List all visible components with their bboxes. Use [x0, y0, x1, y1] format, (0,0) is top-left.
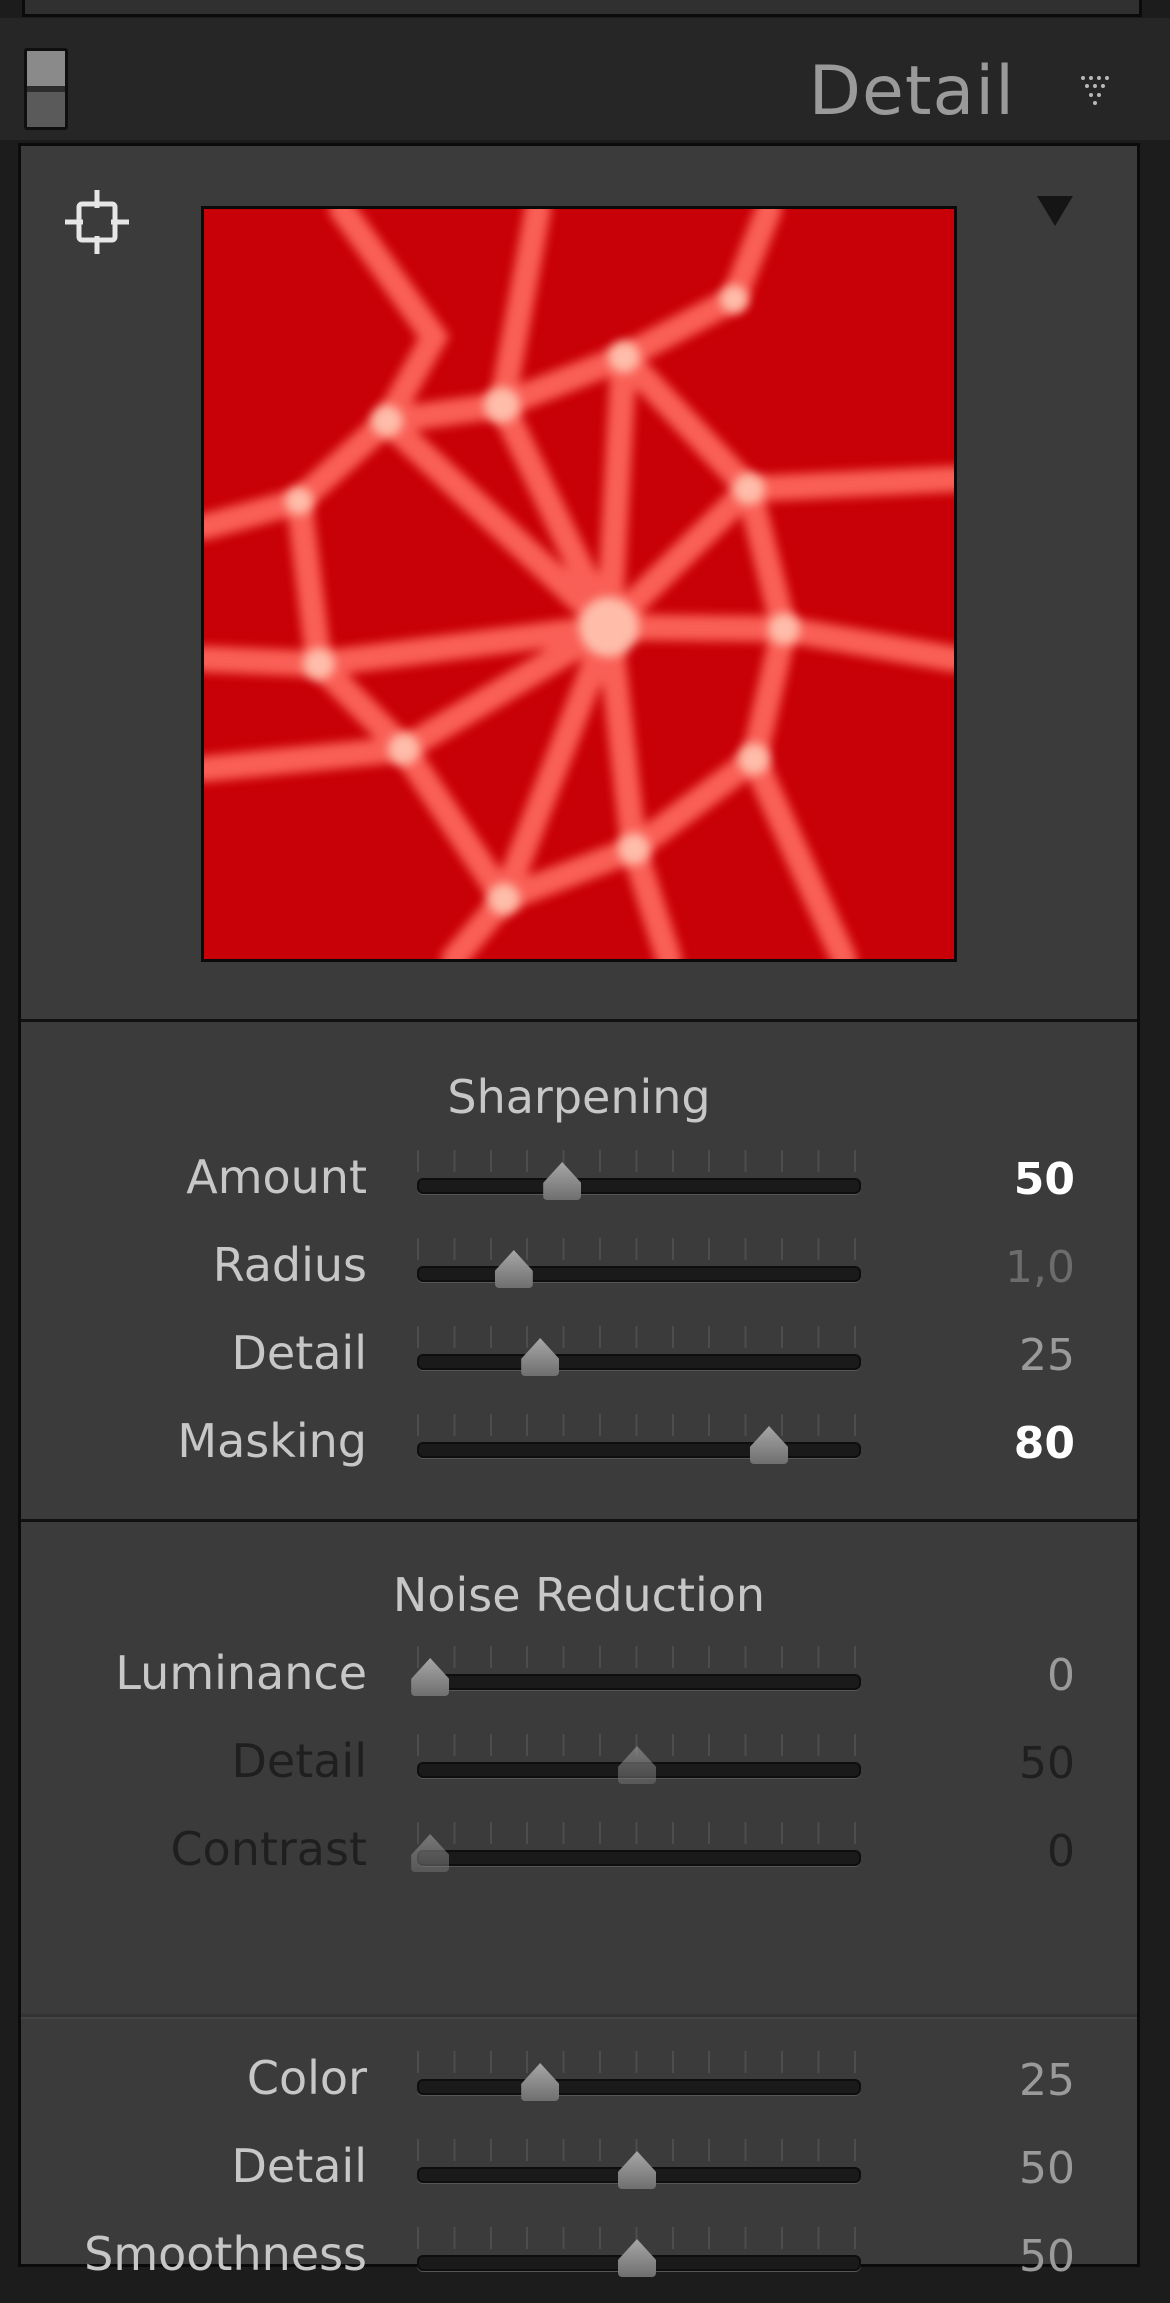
- slider-label: Amount: [186, 1150, 367, 1204]
- slider-row-detail: Detail 50: [21, 2127, 1137, 2215]
- slider-label: Smoothness: [84, 2227, 367, 2281]
- slider-track[interactable]: [417, 1266, 861, 1282]
- noise-reduction-heading: Noise Reduction: [392, 1568, 766, 1622]
- slider-value[interactable]: 1,0: [1005, 1242, 1075, 1293]
- slider-row-masking: Masking 80: [21, 1402, 1137, 1490]
- previous-panel-edge: [22, 0, 1142, 17]
- target-adjust-icon[interactable]: [65, 190, 129, 254]
- panel-switch-icon[interactable]: [24, 48, 68, 130]
- section-divider: [21, 2014, 1137, 2017]
- slider-row-amount: Amount 50: [21, 1138, 1137, 1226]
- slider-value[interactable]: 50: [1019, 1738, 1075, 1789]
- detail-panel: Sharpening Amount 50 Radius 1,0 Detail 25 Mask…: [18, 143, 1140, 2282]
- triangle-down-icon[interactable]: [1037, 196, 1073, 226]
- noise-reduction-section: Noise Reduction Luminance 0 Detail 50 Contra…: [21, 1522, 1137, 2282]
- slider-label: Color: [246, 2051, 367, 2105]
- slider-track[interactable]: [417, 1354, 861, 1370]
- slider-track[interactable]: [417, 1178, 861, 1194]
- sharpening-heading: Sharpening: [447, 1070, 711, 1124]
- slider-value[interactable]: 50: [1019, 2231, 1075, 2282]
- slider-value[interactable]: 50: [1019, 2143, 1075, 2194]
- sharpening-section: Sharpening Amount 50 Radius 1,0 Detail 25 Mask…: [21, 1022, 1137, 1522]
- slider-row-detail: Detail 50: [21, 1722, 1137, 1810]
- slider-label: Luminance: [115, 1646, 367, 1700]
- slider-row-radius: Radius 1,0: [21, 1226, 1137, 1314]
- slider-value[interactable]: 0: [1047, 1826, 1075, 1877]
- slider-value[interactable]: 0: [1047, 1650, 1075, 1701]
- slider-row-luminance: Luminance 0: [21, 1634, 1137, 1722]
- slider-value[interactable]: 80: [1014, 1418, 1075, 1469]
- slider-row-contrast: Contrast 0: [21, 1810, 1137, 1898]
- detail-preview-image[interactable]: [201, 206, 957, 962]
- slider-track[interactable]: [417, 1442, 861, 1458]
- detail-preview-section: [21, 146, 1137, 1022]
- slider-label: Contrast: [170, 1822, 367, 1876]
- slider-row-smoothness: Smoothness 50: [21, 2215, 1137, 2303]
- slider-ticks: [417, 1150, 857, 1172]
- slider-ticks: [417, 2051, 857, 2073]
- slider-ticks: [417, 1238, 857, 1260]
- slider-track[interactable]: [417, 1674, 861, 1690]
- slider-label: Masking: [177, 1414, 367, 1468]
- slider-row-color: Color 25: [21, 2039, 1137, 2127]
- slider-label: Detail: [231, 2139, 367, 2193]
- slider-row-detail: Detail 25: [21, 1314, 1137, 1402]
- slider-track[interactable]: [417, 2079, 861, 2095]
- slider-value[interactable]: 50: [1014, 1154, 1075, 1205]
- slider-ticks: [417, 1646, 857, 1668]
- slider-value[interactable]: 25: [1019, 2055, 1075, 2106]
- panel-header[interactable]: Detail: [0, 18, 1170, 140]
- slider-label: Radius: [212, 1238, 367, 1292]
- collapse-triangle-icon[interactable]: [1078, 76, 1112, 106]
- slider-ticks: [417, 1822, 857, 1844]
- slider-value[interactable]: 25: [1019, 1330, 1075, 1381]
- slider-track[interactable]: [417, 1850, 861, 1866]
- slider-ticks: [417, 1414, 857, 1436]
- slider-label: Detail: [231, 1326, 367, 1380]
- panel-title: Detail: [808, 52, 1015, 131]
- slider-ticks: [417, 1326, 857, 1348]
- slider-label: Detail: [231, 1734, 367, 1788]
